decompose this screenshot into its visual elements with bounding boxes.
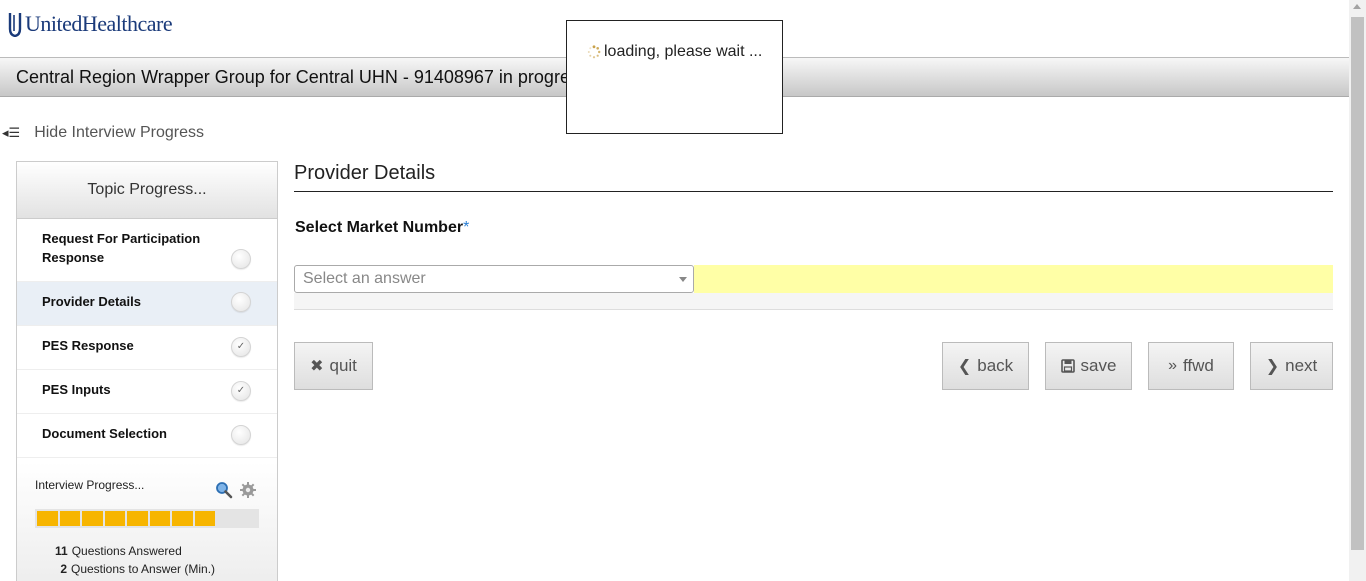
validation-highlight bbox=[694, 265, 1333, 293]
remaining-stat: 2 Questions to Answer (Min.) bbox=[55, 560, 215, 578]
pending-status-icon bbox=[231, 249, 251, 269]
progress-segment bbox=[194, 511, 215, 526]
gear-icon[interactable] bbox=[239, 481, 257, 499]
title-divider bbox=[294, 191, 1333, 192]
vertical-scrollbar[interactable] bbox=[1349, 0, 1366, 581]
quit-label: quit bbox=[329, 356, 357, 375]
topic-label: Document Selection bbox=[42, 426, 167, 441]
shield-logo-icon bbox=[8, 13, 22, 37]
answered-label: Questions Answered bbox=[71, 544, 182, 558]
progress-segment bbox=[37, 511, 58, 526]
ffwd-button[interactable]: » ffwd bbox=[1148, 342, 1234, 390]
topic-label: PES Inputs bbox=[42, 382, 111, 397]
loading-spinner-icon bbox=[587, 45, 601, 59]
hide-interview-progress-label: Hide Interview Progress bbox=[34, 124, 205, 141]
fast-forward-icon: » bbox=[1168, 357, 1178, 374]
back-label: back bbox=[977, 356, 1014, 375]
pending-status-icon bbox=[231, 292, 251, 312]
interview-progress-box: Interview Progress... 11 Questions Answe… bbox=[17, 462, 277, 581]
progress-segment bbox=[172, 511, 193, 526]
next-button[interactable]: ❯ next bbox=[1250, 342, 1333, 390]
question-footer-strip bbox=[294, 293, 1333, 310]
answered-count: 11 bbox=[55, 544, 68, 558]
save-label: save bbox=[1080, 356, 1117, 375]
question-text: Select Market Number bbox=[295, 219, 464, 236]
progress-segment bbox=[104, 511, 125, 526]
quit-button[interactable]: ✖ quit bbox=[294, 342, 373, 390]
answered-stat: 11 Questions Answered bbox=[55, 542, 215, 560]
topic-item-provider-details[interactable]: Provider Details bbox=[17, 282, 277, 326]
page: UnitedHealthcare Central Region Wrapper … bbox=[0, 0, 1366, 581]
progress-segment bbox=[127, 511, 148, 526]
collapse-menu-icon: ◂☰ bbox=[2, 125, 21, 140]
market-number-select[interactable]: Select an answer bbox=[294, 265, 694, 293]
pending-status-icon bbox=[231, 425, 251, 445]
floppy-disk-icon bbox=[1060, 359, 1075, 373]
required-marker: * bbox=[463, 219, 470, 236]
interview-progress-label: Interview Progress... bbox=[35, 478, 145, 492]
topic-label: Request For Participation Response bbox=[42, 231, 201, 265]
interview-progress-bar bbox=[35, 509, 259, 528]
magnifier-icon[interactable] bbox=[215, 481, 233, 499]
hide-interview-progress-toggle[interactable]: ◂☰ Hide Interview Progress bbox=[2, 124, 204, 142]
progress-segment bbox=[59, 511, 80, 526]
back-button[interactable]: ❮ back bbox=[942, 342, 1029, 390]
topic-item-pes-inputs[interactable]: PES Inputs ✓ bbox=[17, 370, 277, 414]
loading-dialog: loading, please wait ... bbox=[566, 20, 783, 134]
remaining-label: Questions to Answer (Min.) bbox=[71, 562, 216, 576]
brand-logo[interactable]: UnitedHealthcare bbox=[8, 10, 173, 38]
topic-label: Provider Details bbox=[42, 294, 141, 309]
chevron-right-icon: ❯ bbox=[1265, 358, 1280, 375]
loading-text: loading, please wait ... bbox=[604, 43, 763, 60]
topic-item-document-selection[interactable]: Document Selection bbox=[17, 414, 277, 458]
logo-text: UnitedHealthcare bbox=[25, 11, 173, 36]
progress-tools bbox=[215, 481, 257, 499]
next-label: next bbox=[1285, 356, 1318, 375]
complete-check-icon: ✓ bbox=[231, 381, 251, 401]
ffwd-label: ffwd bbox=[1183, 356, 1214, 375]
topic-progress-panel: Topic Progress... Request For Participat… bbox=[16, 161, 278, 581]
chevron-left-icon: ❮ bbox=[957, 358, 972, 375]
progress-stats: 11 Questions Answered 2 Questions to Answe… bbox=[55, 542, 215, 578]
dropdown-arrow-icon bbox=[679, 277, 687, 282]
question-label: Select Market Number* bbox=[295, 219, 469, 237]
close-x-icon: ✖ bbox=[310, 358, 324, 375]
save-button[interactable]: save bbox=[1045, 342, 1132, 390]
remaining-count: 2 bbox=[60, 562, 67, 576]
section-title: Provider Details bbox=[294, 162, 436, 184]
topic-list: Request For Participation Response Provi… bbox=[17, 219, 277, 458]
progress-segment bbox=[82, 511, 103, 526]
scroll-thumb[interactable] bbox=[1351, 17, 1364, 550]
topic-item-request-for-participation-response[interactable]: Request For Participation Response bbox=[17, 219, 277, 282]
scroll-up-arrow-icon[interactable] bbox=[1353, 4, 1361, 9]
loading-message: loading, please wait ... bbox=[587, 43, 762, 61]
topic-item-pes-response[interactable]: PES Response ✓ bbox=[17, 326, 277, 370]
topic-progress-heading: Topic Progress... bbox=[17, 162, 277, 219]
topic-label: PES Response bbox=[42, 338, 134, 353]
select-placeholder: Select an answer bbox=[303, 270, 426, 287]
progress-segment bbox=[149, 511, 170, 526]
complete-check-icon: ✓ bbox=[231, 337, 251, 357]
page-header-title: Central Region Wrapper Group for Central… bbox=[16, 67, 588, 87]
